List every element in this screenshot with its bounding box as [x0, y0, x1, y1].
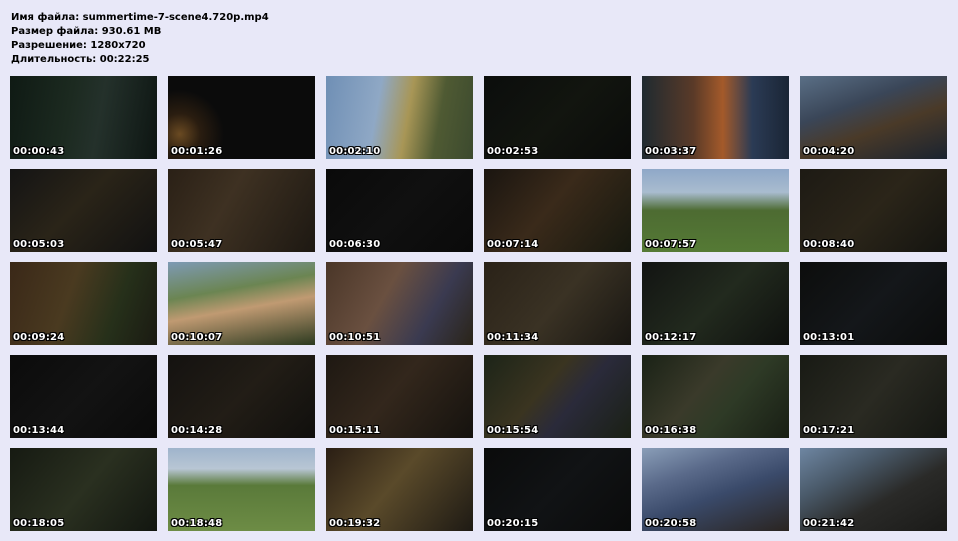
video-thumbnail: 00:01:26 [168, 76, 315, 159]
thumbnail-timestamp: 00:11:34 [487, 332, 539, 343]
video-thumbnail: 00:08:40 [800, 169, 947, 252]
video-thumbnail: 00:11:34 [484, 262, 631, 345]
thumbnail-timestamp: 00:01:26 [171, 146, 223, 157]
video-thumbnail: 00:15:11 [326, 355, 473, 438]
thumbnail-timestamp: 00:09:24 [13, 332, 65, 343]
video-thumbnail: 00:15:54 [484, 355, 631, 438]
video-thumbnail: 00:18:48 [168, 448, 315, 531]
video-thumbnail: 00:21:42 [800, 448, 947, 531]
video-thumbnail: 00:07:14 [484, 169, 631, 252]
video-thumbnail: 00:00:43 [10, 76, 157, 159]
thumbnail-timestamp: 00:08:40 [803, 239, 855, 250]
file-size-line: Размер файла: 930.61 MB [11, 26, 162, 37]
video-thumbnail: 00:12:17 [642, 262, 789, 345]
video-thumbnail: 00:09:24 [10, 262, 157, 345]
thumbnail-timestamp: 00:13:01 [803, 332, 855, 343]
video-thumbnail: 00:20:58 [642, 448, 789, 531]
thumbnail-timestamp: 00:15:54 [487, 425, 539, 436]
thumbnail-timestamp: 00:06:30 [329, 239, 381, 250]
thumbnail-timestamp: 00:13:44 [13, 425, 65, 436]
video-thumbnail: 00:10:51 [326, 262, 473, 345]
thumbnail-timestamp: 00:10:07 [171, 332, 223, 343]
thumbnail-timestamp: 00:07:14 [487, 239, 539, 250]
thumbnail-timestamp: 00:05:03 [13, 239, 65, 250]
video-thumbnail: 00:03:37 [642, 76, 789, 159]
thumbnail-timestamp: 00:10:51 [329, 332, 381, 343]
video-thumbnail: 00:19:32 [326, 448, 473, 531]
video-thumbnail: 00:13:44 [10, 355, 157, 438]
video-thumbnail: 00:10:07 [168, 262, 315, 345]
thumbnail-timestamp: 00:18:05 [13, 518, 65, 529]
video-thumbnail: 00:05:47 [168, 169, 315, 252]
thumbnail-timestamp: 00:12:17 [645, 332, 697, 343]
video-thumbnail: 00:05:03 [10, 169, 157, 252]
duration-line: Длительность: 00:22:25 [11, 54, 150, 65]
thumbnail-timestamp: 00:14:28 [171, 425, 223, 436]
resolution-line: Разрешение: 1280x720 [11, 40, 146, 51]
thumbnail-timestamp: 00:03:37 [645, 146, 697, 157]
file-info: Имя файла: summertime-7-scene4.720p.mp4 … [11, 11, 269, 67]
thumbnail-timestamp: 00:20:15 [487, 518, 539, 529]
thumbnail-timestamp: 00:21:42 [803, 518, 855, 529]
thumbnail-timestamp: 00:04:20 [803, 146, 855, 157]
file-name-line: Имя файла: summertime-7-scene4.720p.mp4 [11, 12, 269, 23]
thumbnail-timestamp: 00:20:58 [645, 518, 697, 529]
thumbnail-timestamp: 00:02:10 [329, 146, 381, 157]
video-thumbnail: 00:20:15 [484, 448, 631, 531]
thumbnail-timestamp: 00:18:48 [171, 518, 223, 529]
thumbnail-timestamp: 00:17:21 [803, 425, 855, 436]
video-thumbnail: 00:02:53 [484, 76, 631, 159]
thumbnail-timestamp: 00:07:57 [645, 239, 697, 250]
thumbnail-timestamp: 00:16:38 [645, 425, 697, 436]
video-thumbnail: 00:16:38 [642, 355, 789, 438]
thumbnail-timestamp: 00:02:53 [487, 146, 539, 157]
video-thumbnail: 00:14:28 [168, 355, 315, 438]
video-thumbnail: 00:18:05 [10, 448, 157, 531]
video-thumbnail: 00:13:01 [800, 262, 947, 345]
video-thumbnail: 00:07:57 [642, 169, 789, 252]
video-thumbnail: 00:04:20 [800, 76, 947, 159]
video-thumbnail: 00:02:10 [326, 76, 473, 159]
video-thumbnail: 00:06:30 [326, 169, 473, 252]
video-thumbnail: 00:17:21 [800, 355, 947, 438]
thumbnail-timestamp: 00:00:43 [13, 146, 65, 157]
thumbnail-timestamp: 00:15:11 [329, 425, 381, 436]
thumbnail-grid: 00:00:43 00:01:26 00:02:10 00:02:53 00:03:37… [10, 76, 948, 531]
thumbnail-timestamp: 00:05:47 [171, 239, 223, 250]
thumbnail-timestamp: 00:19:32 [329, 518, 381, 529]
